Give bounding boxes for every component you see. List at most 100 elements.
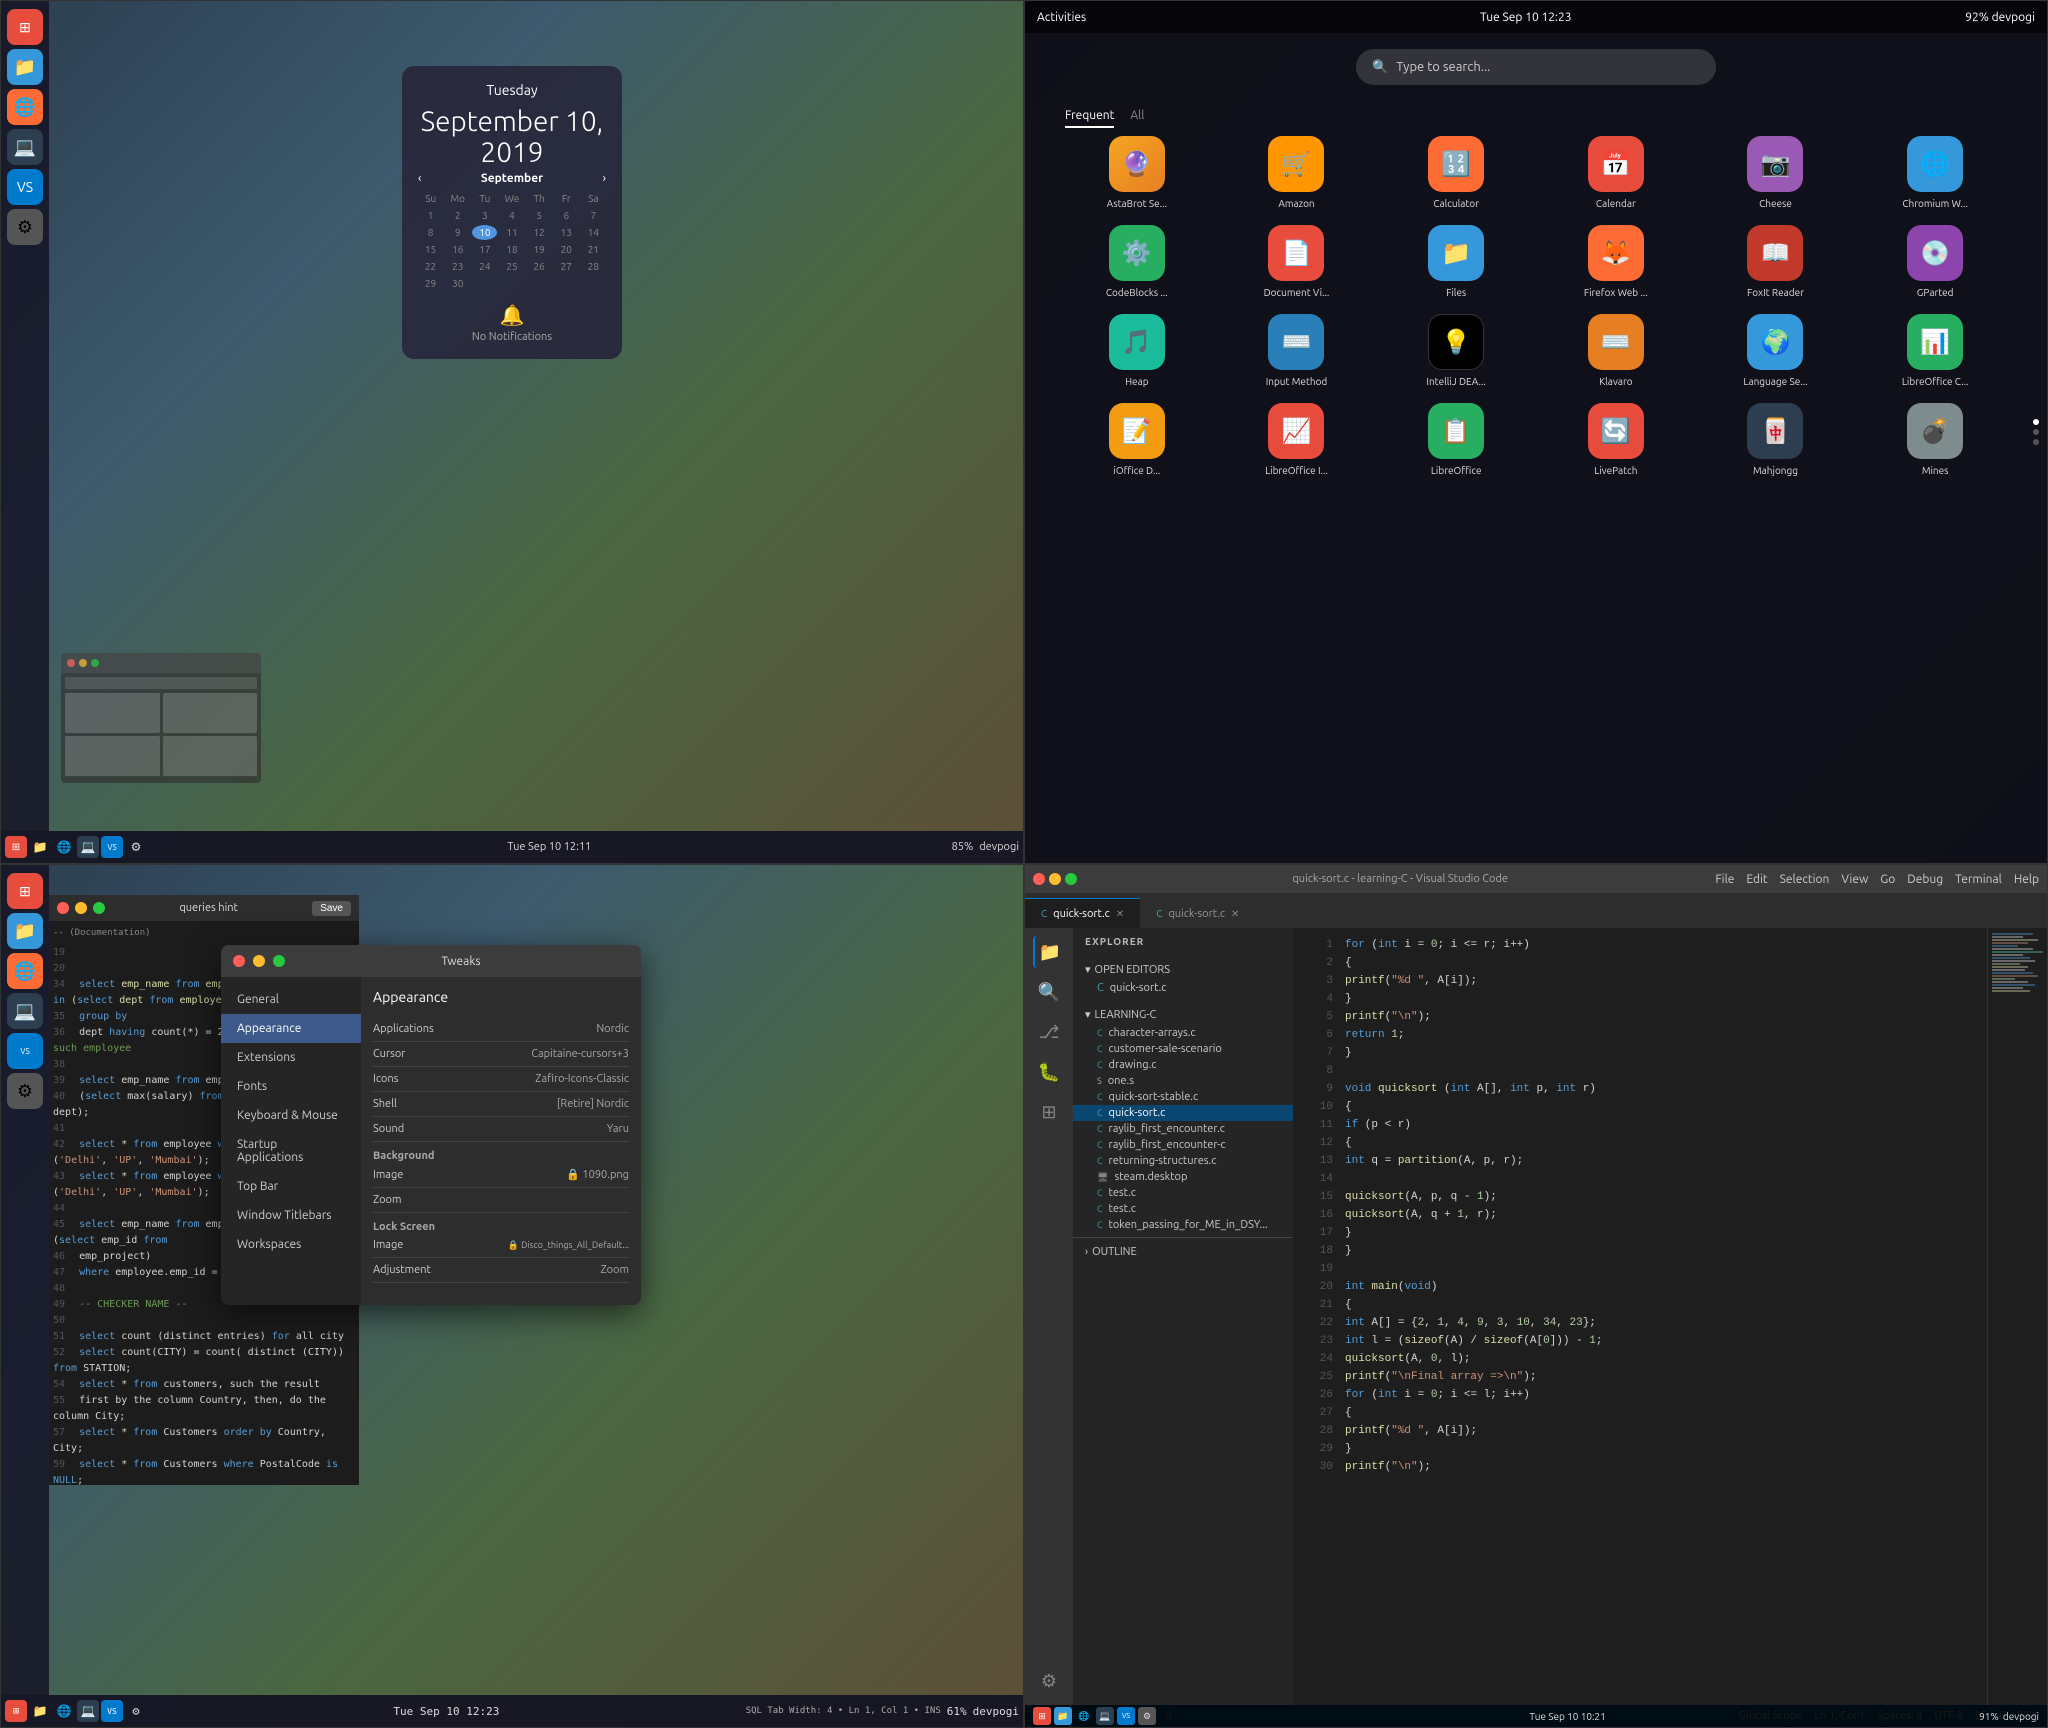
tweaks-nav-fonts[interactable]: Fonts	[221, 1072, 361, 1101]
vscode-tab-close-0[interactable]: ✕	[1116, 908, 1124, 920]
app-item-0[interactable]: 🔮 AstaBrot Se...	[1065, 136, 1209, 209]
open-editors-header[interactable]: ▾ OPEN EDITORS	[1073, 959, 1293, 980]
vscode-editor[interactable]: 1 for (int i = 0; i <= r; i++) 2 { 3 pri…	[1293, 928, 1987, 1705]
taskbar-terminal-icon[interactable]: 💻	[77, 836, 99, 858]
explorer-item-12[interactable]: C token_passing_for_ME_in_DSY...	[1073, 1217, 1293, 1233]
explorer-item-2[interactable]: C drawing.c	[1073, 1057, 1293, 1073]
app-item-6[interactable]: ⚙️ CodeBlocks ...	[1065, 225, 1209, 298]
dock-icon-activities[interactable]: ⊞	[7, 9, 43, 45]
taskbar-settings-icon[interactable]: ⚙	[125, 836, 147, 858]
explorer-item-6[interactable]: C raylib_first_encounter.c	[1073, 1121, 1293, 1137]
bg-browser-window[interactable]	[61, 653, 261, 783]
tweaks-nav-titlebars[interactable]: Window Titlebars	[221, 1201, 361, 1230]
taskbar-br-term[interactable]: 💻	[1096, 1707, 1114, 1725]
explorer-item-3[interactable]: S one.s	[1073, 1073, 1293, 1089]
dock-bl-files[interactable]: 📁	[7, 913, 43, 949]
tweaks-nav-extensions[interactable]: Extensions	[221, 1043, 361, 1072]
taskbar-bl-icon2[interactable]: 🌐	[53, 1700, 75, 1722]
app-item-22[interactable]: 🀄 Mahjongg	[1704, 403, 1848, 476]
vscode-max-btn[interactable]	[1065, 873, 1077, 885]
tweaks-nav-workspaces[interactable]: Workspaces	[221, 1230, 361, 1259]
menu-view[interactable]: View	[1841, 873, 1868, 886]
app-item-7[interactable]: 📄 Document Vi...	[1225, 225, 1369, 298]
sidebar-icon-extensions[interactable]: ⊞	[1033, 1096, 1065, 1128]
vscode-min-btn[interactable]	[1049, 873, 1061, 885]
explorer-item-8[interactable]: C returning-structures.c	[1073, 1153, 1293, 1169]
vscode-close-btn[interactable]	[1033, 873, 1045, 885]
taskbar-bl-icon3[interactable]: 💻	[77, 1700, 99, 1722]
explorer-item-4[interactable]: C quick-sort-stable.c	[1073, 1089, 1293, 1105]
taskbar-files-icon[interactable]: 📁	[29, 836, 51, 858]
dock-bl-settings[interactable]: ⚙	[7, 1073, 43, 1109]
menu-edit[interactable]: Edit	[1746, 873, 1767, 886]
app-item-13[interactable]: ⌨️ Input Method	[1225, 314, 1369, 387]
gnome-search-box[interactable]: 🔍 Type to search...	[1356, 49, 1716, 85]
freq-tab-all[interactable]: All	[1130, 109, 1144, 128]
tweaks-nav-startup[interactable]: Startup Applications	[221, 1130, 361, 1172]
dock-icon-browser[interactable]: 🌐	[7, 89, 43, 125]
queries-close-btn[interactable]	[57, 902, 69, 914]
sidebar-icon-explorer[interactable]: 📁	[1033, 936, 1065, 968]
editor-content[interactable]: 1 for (int i = 0; i <= r; i++) 2 { 3 pri…	[1293, 928, 1987, 1705]
explorer-item-10[interactable]: C test.c	[1073, 1185, 1293, 1201]
sidebar-icon-git[interactable]: ⎇	[1033, 1016, 1065, 1048]
taskbar-bl-icon5[interactable]: ⚙	[125, 1700, 147, 1722]
dock-icon-files[interactable]: 📁	[7, 49, 43, 85]
app-item-8[interactable]: 📁 Files	[1384, 225, 1528, 298]
taskbar-br-vscode[interactable]: VS	[1117, 1707, 1135, 1725]
taskbar-br-settings[interactable]: ⚙	[1138, 1707, 1156, 1725]
app-item-16[interactable]: 🌍 Language Se...	[1704, 314, 1848, 387]
vscode-tab-1[interactable]: C quick-sort.c ✕	[1140, 898, 1255, 928]
menu-go[interactable]: Go	[1880, 873, 1895, 886]
app-item-10[interactable]: 📖 FoxIt Reader	[1704, 225, 1848, 298]
queries-min-btn[interactable]	[75, 902, 87, 914]
app-item-23[interactable]: 💣 Mines	[1863, 403, 2007, 476]
app-item-21[interactable]: 🔄 LivePatch	[1544, 403, 1688, 476]
workspace-dot-2[interactable]	[2033, 429, 2039, 435]
cal-prev[interactable]: ‹	[418, 172, 421, 185]
taskbar-br-files[interactable]: 📁	[1054, 1707, 1072, 1725]
app-item-1[interactable]: 🛒 Amazon	[1225, 136, 1369, 209]
cal-next[interactable]: ›	[603, 172, 606, 185]
taskbar-activities[interactable]: ⊞	[5, 836, 27, 858]
tweaks-close-btn[interactable]	[233, 955, 245, 967]
vscode-tab-close-1[interactable]: ✕	[1231, 908, 1239, 920]
gnome-activities[interactable]: Activities	[1037, 11, 1086, 24]
app-item-12[interactable]: 🎵 Heap	[1065, 314, 1209, 387]
explorer-item-1[interactable]: C customer-sale-scenario	[1073, 1041, 1293, 1057]
taskbar-bl-activities[interactable]: ⊞	[5, 1700, 27, 1722]
vscode-tab-0[interactable]: C quick-sort.c ✕	[1025, 898, 1140, 928]
explorer-item-11[interactable]: C test.c	[1073, 1201, 1293, 1217]
app-item-19[interactable]: 📈 LibreOffice I...	[1225, 403, 1369, 476]
tweaks-max-btn[interactable]	[273, 955, 285, 967]
app-item-11[interactable]: 💿 GParted	[1863, 225, 2007, 298]
taskbar-browser-icon[interactable]: 🌐	[53, 836, 75, 858]
dock-bl-terminal[interactable]: 💻	[7, 993, 43, 1029]
queries-save-btn[interactable]: Save	[312, 901, 351, 916]
sidebar-icon-settings[interactable]: ⚙	[1033, 1665, 1065, 1697]
tweaks-nav-keyboard-mouse[interactable]: Keyboard & Mouse	[221, 1101, 361, 1130]
app-item-18[interactable]: 📝 iOffice D...	[1065, 403, 1209, 476]
app-item-17[interactable]: 📊 LibreOffice C...	[1863, 314, 2007, 387]
taskbar-vscode-icon-tl[interactable]: VS	[101, 836, 123, 858]
app-item-20[interactable]: 📋 LibreOffice	[1384, 403, 1528, 476]
taskbar-bl-icon4[interactable]: VS	[101, 1700, 123, 1722]
open-editor-file-0[interactable]: C quick-sort.c	[1073, 980, 1293, 996]
tweaks-min-btn[interactable]	[253, 955, 265, 967]
app-item-5[interactable]: 🌐 Chromium W...	[1863, 136, 2007, 209]
tweaks-nav-appearance[interactable]: Appearance	[221, 1014, 361, 1043]
app-item-9[interactable]: 🦊 Firefox Web ...	[1544, 225, 1688, 298]
tweaks-nav-general[interactable]: General	[221, 985, 361, 1014]
sidebar-icon-search[interactable]: 🔍	[1033, 976, 1065, 1008]
menu-selection[interactable]: Selection	[1780, 873, 1830, 886]
app-item-14[interactable]: 💡 IntelliJ DEA...	[1384, 314, 1528, 387]
menu-file[interactable]: File	[1715, 873, 1734, 886]
menu-terminal[interactable]: Terminal	[1955, 873, 2002, 886]
taskbar-br-act[interactable]: ⊞	[1033, 1707, 1051, 1725]
taskbar-bl-icon1[interactable]: 📁	[29, 1700, 51, 1722]
dock-bl-vscode[interactable]: VS	[7, 1033, 43, 1069]
app-item-4[interactable]: 📷 Cheese	[1704, 136, 1848, 209]
dock-icon-terminal[interactable]: 💻	[7, 129, 43, 165]
queries-max-btn[interactable]	[93, 902, 105, 914]
tweaks-nav-topbar[interactable]: Top Bar	[221, 1172, 361, 1201]
